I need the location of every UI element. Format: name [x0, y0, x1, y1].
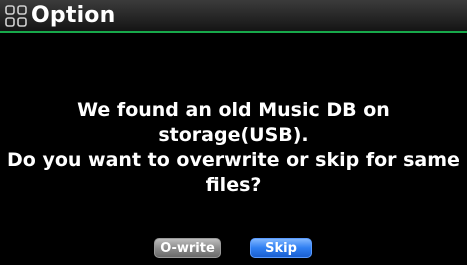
skip-button[interactable]: Skip: [250, 238, 312, 258]
page-title: Option: [31, 3, 116, 28]
overwrite-button[interactable]: O-write: [154, 238, 221, 258]
dialog-message: We found an old Music DB on storage(USB)…: [7, 99, 460, 196]
grid-menu-icon: [5, 5, 27, 27]
title-bar: Option: [0, 0, 467, 33]
